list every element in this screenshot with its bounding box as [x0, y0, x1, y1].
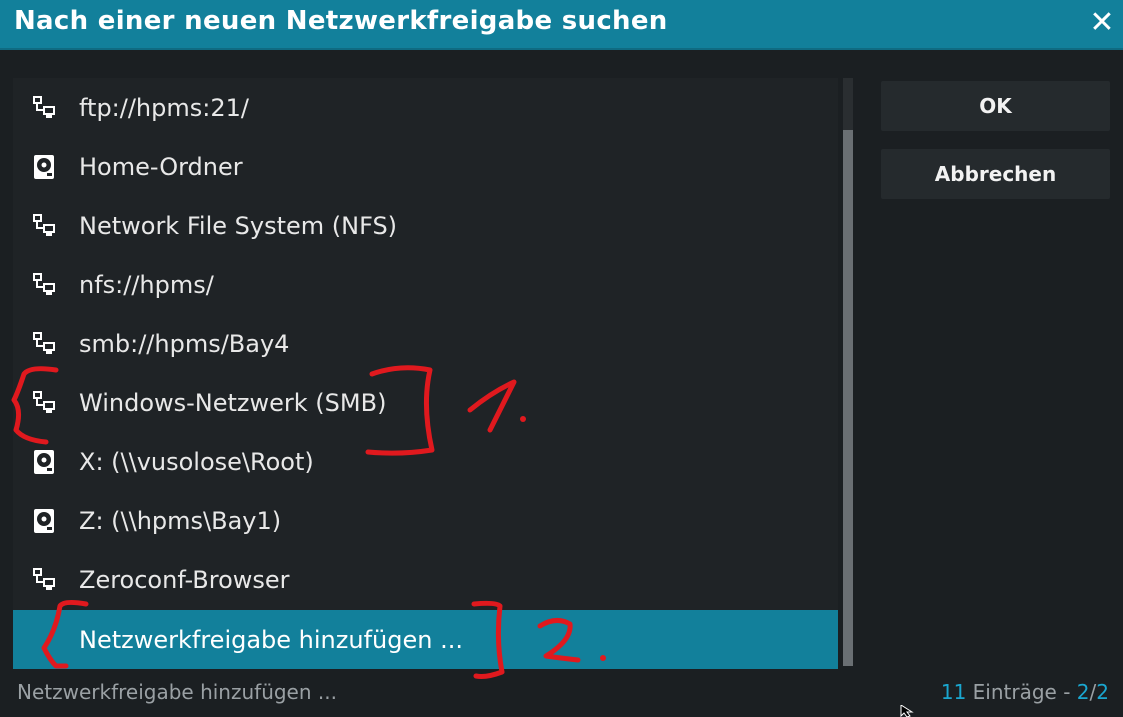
network-icon [31, 390, 57, 416]
list-item-label: Network File System (NFS) [79, 211, 398, 240]
list-item-label: smb://hpms/Bay4 [79, 329, 290, 358]
network-icon [31, 272, 57, 298]
page-total: 2 [1096, 680, 1109, 704]
list-item-label: Z: (\\hpms\Bay1) [79, 506, 282, 535]
page-current: 2 [1076, 680, 1090, 704]
list-item-add-network-share[interactable]: Netzwerkfreigabe hinzufügen ... [13, 610, 838, 669]
list-item-drive-z[interactable]: Z: (\\hpms\Bay1) [13, 491, 838, 550]
network-icon [31, 567, 57, 593]
list-item-ftp[interactable]: ftp://hpms:21/ [13, 78, 838, 137]
entry-count-text: Einträge - [966, 680, 1077, 704]
scrollbar-thumb[interactable] [843, 130, 853, 666]
network-icon [31, 213, 57, 239]
list-item-zeroconf[interactable]: Zeroconf-Browser [13, 550, 838, 609]
cancel-button[interactable]: Abbrechen [881, 149, 1110, 199]
list-item-label: X: (\\vusolose\Root) [79, 447, 314, 476]
list-item-windows-smb[interactable]: Windows-Netzwerk (SMB) [13, 373, 838, 432]
entry-count: 11 Einträge - 2/2 [941, 680, 1109, 704]
selected-item-label: Netzwerkfreigabe hinzufügen ... [17, 680, 337, 704]
list-item-nfs-hpms[interactable]: nfs://hpms/ [13, 255, 838, 314]
blank-icon [31, 627, 57, 653]
list-item-label: Home-Ordner [79, 152, 243, 181]
dialog-title: Nach einer neuen Netzwerkfreigabe suchen [14, 6, 668, 36]
network-icon [31, 331, 57, 357]
list-item-nfs[interactable]: Network File System (NFS) [13, 196, 838, 255]
list-item-label: Zeroconf-Browser [79, 565, 290, 594]
list-item-smb-bay4[interactable]: smb://hpms/Bay4 [13, 314, 838, 373]
harddisk-icon [31, 508, 57, 534]
list-item-label: Netzwerkfreigabe hinzufügen ... [79, 625, 463, 654]
network-icon [31, 95, 57, 121]
list-item-label: nfs://hpms/ [79, 270, 214, 299]
mouse-cursor-icon [900, 705, 914, 717]
list-item-home[interactable]: Home-Ordner [13, 137, 838, 196]
close-icon[interactable]: ✕ [1085, 6, 1119, 40]
list-item-drive-x[interactable]: X: (\\vusolose\Root) [13, 432, 838, 491]
ok-button[interactable]: OK [881, 81, 1110, 131]
harddisk-icon [31, 154, 57, 180]
entry-count-number: 11 [940, 680, 967, 704]
harddisk-icon [31, 449, 57, 475]
dialog-titlebar: Nach einer neuen Netzwerkfreigabe suchen… [0, 0, 1123, 50]
source-list: ftp://hpms:21/ Home-Ordner Network File … [13, 78, 838, 669]
list-item-label: ftp://hpms:21/ [79, 93, 249, 122]
list-item-label: Windows-Netzwerk (SMB) [79, 388, 387, 417]
